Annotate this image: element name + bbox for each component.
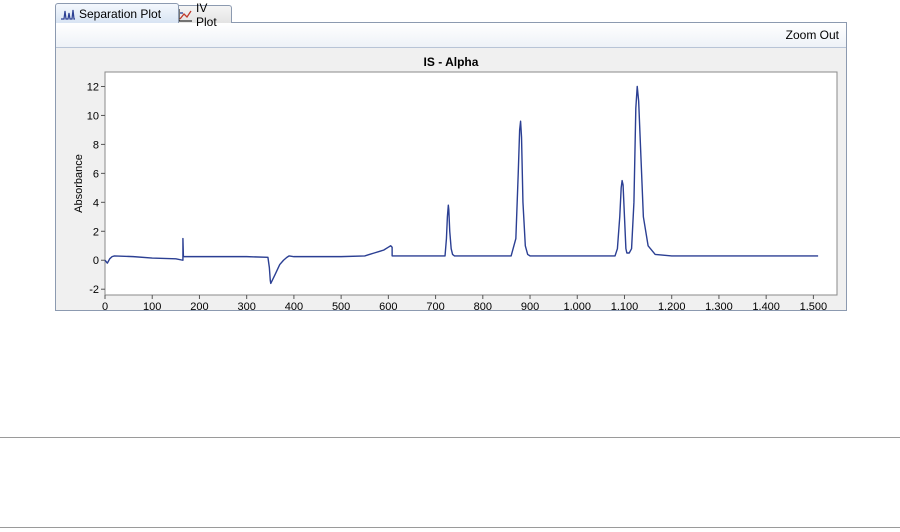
tab-strip: Separation Plot IV Plot bbox=[55, 1, 847, 29]
x-tick-label: 700 bbox=[426, 301, 444, 310]
x-tick-label: 200 bbox=[190, 301, 208, 310]
x-tick-label: 1,400 bbox=[752, 301, 780, 310]
x-tick-label: 1,000 bbox=[563, 301, 591, 310]
separation-chart[interactable]: IS - Alpha 0 100 200 300 400 500 600 700 800 900 1… bbox=[56, 48, 846, 310]
x-tick-label: 600 bbox=[379, 301, 397, 310]
x-tick-label: 1,300 bbox=[705, 301, 733, 310]
tab-separation-plot[interactable]: Separation Plot bbox=[55, 3, 179, 23]
y-tick-label: 8 bbox=[93, 139, 99, 151]
zoom-out-button[interactable]: Zoom Out bbox=[786, 28, 839, 42]
y-tick-label: 10 bbox=[87, 110, 99, 122]
iv-plot-icon bbox=[177, 8, 193, 22]
y-tick-label: 12 bbox=[87, 81, 99, 93]
chart-svg[interactable]: 0 100 200 300 400 500 600 700 800 900 1,000 1,100 1,… bbox=[56, 48, 846, 310]
x-tick-label: 1,100 bbox=[611, 301, 639, 310]
plot-toolbar: Zoom Out bbox=[56, 23, 846, 48]
y-tick-label: 4 bbox=[93, 197, 99, 209]
y-tick-label: 6 bbox=[93, 168, 99, 180]
y-tick-label: 0 bbox=[93, 255, 99, 267]
x-tick-label: 100 bbox=[143, 301, 161, 310]
plot-panel: Zoom Out IS - Alpha 0 100 200 300 400 500 600 7… bbox=[55, 22, 847, 311]
x-tick-label: 1,200 bbox=[658, 301, 686, 310]
plot-frame bbox=[104, 71, 838, 296]
x-tick-label: 900 bbox=[521, 301, 539, 310]
x-tick-label: 400 bbox=[285, 301, 303, 310]
divider-bottom bbox=[0, 527, 900, 528]
tab-label: Separation Plot bbox=[79, 6, 162, 21]
divider-top bbox=[0, 437, 900, 438]
y-axis-label: Absorbance bbox=[73, 154, 85, 213]
tab-iv-plot[interactable]: IV Plot bbox=[172, 1, 232, 29]
tab-label: IV Plot bbox=[196, 0, 217, 29]
x-tick-label: 300 bbox=[237, 301, 255, 310]
x-tick-label: 1,500 bbox=[800, 301, 828, 310]
y-tick-label: -2 bbox=[89, 284, 99, 296]
separation-plot-icon bbox=[60, 7, 76, 21]
y-tick-label: 2 bbox=[93, 226, 99, 238]
x-tick-label: 0 bbox=[102, 301, 108, 310]
x-tick-label: 500 bbox=[332, 301, 350, 310]
x-tick-label: 800 bbox=[474, 301, 492, 310]
